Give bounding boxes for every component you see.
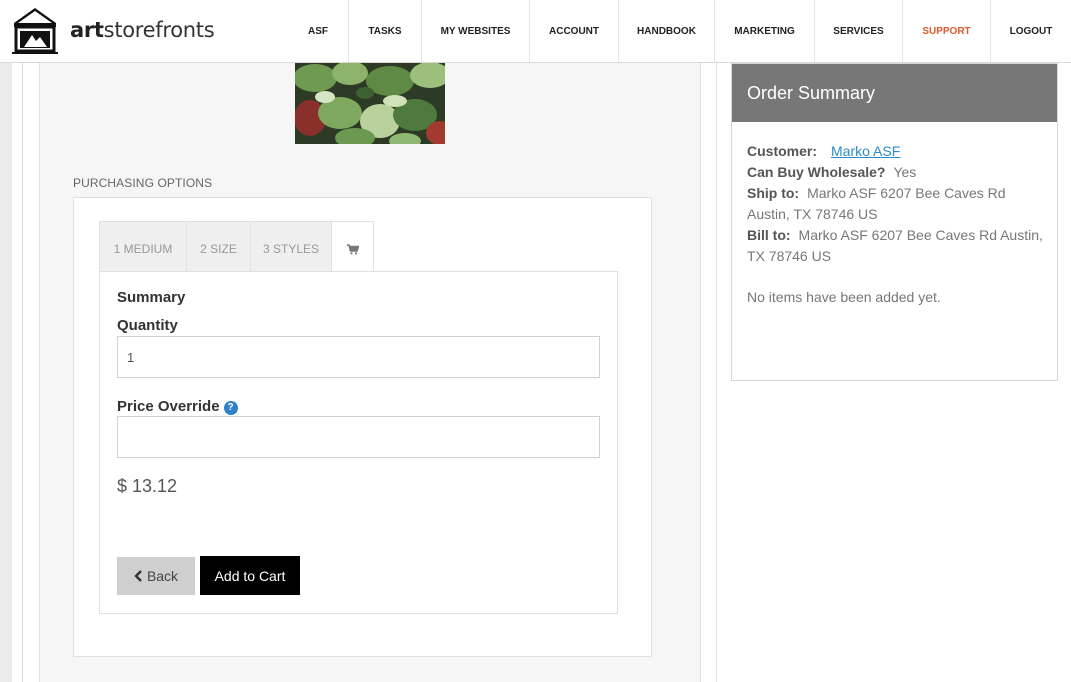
nav-support[interactable]: SUPPORT (903, 0, 991, 62)
bill-to-label: Bill to: (747, 227, 791, 243)
back-button[interactable]: Back (117, 557, 195, 595)
nav-my-websites[interactable]: MY WEBSITES (422, 0, 530, 62)
nav-asf[interactable]: ASF (288, 0, 349, 62)
nav-marketing[interactable]: MARKETING (715, 0, 815, 62)
question-circle-icon[interactable]: ? (223, 401, 238, 415)
ship-to-label: Ship to: (747, 185, 800, 201)
left-gutter (0, 63, 12, 682)
tab-medium[interactable]: 1 MEDIUM (99, 221, 186, 276)
price-override-input[interactable] (117, 416, 600, 458)
purchasing-tabs: 1 MEDIUM 2 SIZE 3 STYLES (99, 221, 374, 277)
storefront-awning-logo-icon (12, 8, 58, 54)
tab-cart[interactable] (331, 221, 374, 277)
price-override-label: Price Override? (117, 398, 238, 415)
order-summary-title: Order Summary (732, 64, 1057, 122)
customer-label: Customer: (747, 143, 818, 159)
nav-tasks[interactable]: TASKS (349, 0, 422, 62)
nav-account[interactable]: ACCOUNT (530, 0, 619, 62)
nav-services[interactable]: SERVICES (815, 0, 903, 62)
main-nav: ASF TASKS MY WEBSITES ACCOUNT HANDBOOK M… (288, 0, 1071, 62)
brand-logo[interactable]: artstorefronts (10, 6, 215, 54)
wholesale-row: Can Buy Wholesale? Yes (747, 162, 1047, 183)
price-display: $ 13.12 (117, 476, 178, 496)
left-divider (22, 63, 23, 682)
purchasing-options-label: PURCHASING OPTIONS (73, 176, 213, 190)
wholesale-value: Yes (893, 164, 917, 180)
bill-to-value: Marko ASF 6207 Bee Caves Rd Austin, TX 7… (747, 227, 1043, 264)
quantity-label: Quantity (117, 317, 178, 334)
product-image (295, 63, 445, 144)
customer-row: Customer: Marko ASF (747, 141, 1047, 162)
cart-icon (346, 244, 359, 255)
bill-to-row: Bill to: Marko ASF 6207 Bee Caves Rd Aust… (747, 225, 1047, 267)
customer-link[interactable]: Marko ASF (831, 143, 900, 159)
top-header: artstorefronts ASF TASKS MY WEBSITES ACC… (0, 0, 1071, 63)
quantity-input[interactable] (117, 336, 600, 378)
tab-styles[interactable]: 3 STYLES (250, 221, 331, 276)
brand-wordmark: artstorefronts (70, 18, 215, 42)
ship-to-row: Ship to: Marko ASF 6207 Bee Caves Rd Aust… (747, 183, 1047, 225)
column-divider (716, 63, 717, 682)
chevron-left-icon (134, 570, 142, 582)
nav-handbook[interactable]: HANDBOOK (619, 0, 715, 62)
empty-cart-message: No items have been added yet. (747, 289, 941, 305)
nav-logout[interactable]: LOGOUT (991, 0, 1071, 62)
tab-size[interactable]: 2 SIZE (186, 221, 250, 276)
wholesale-label: Can Buy Wholesale? (747, 164, 886, 180)
add-to-cart-button[interactable]: Add to Cart (200, 556, 300, 595)
back-button-label: Back (146, 568, 179, 584)
summary-heading: Summary (117, 289, 186, 306)
